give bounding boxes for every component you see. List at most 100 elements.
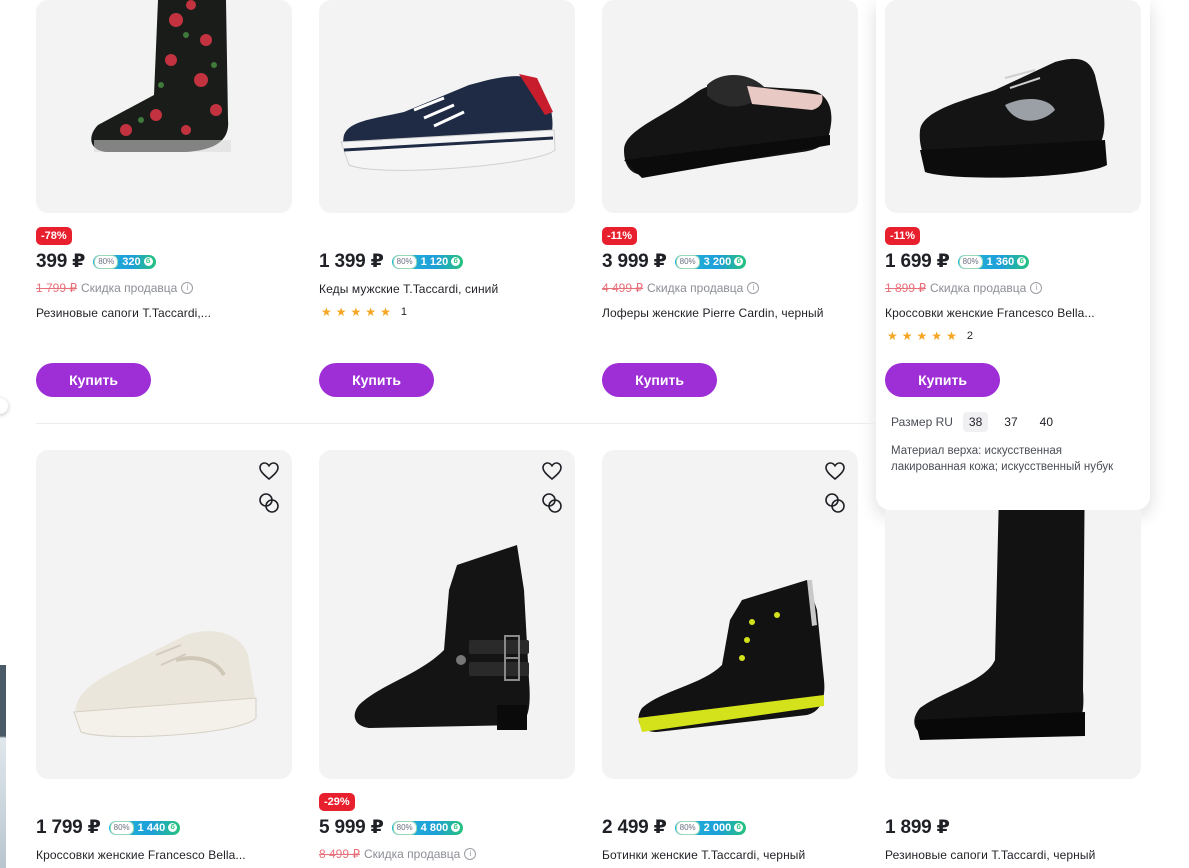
discount-badge: -11% — [602, 227, 638, 245]
buy-button[interactable]: Купить — [602, 363, 717, 397]
old-price: 8 499 ₽ — [319, 847, 360, 861]
rating: ★ ★ ★ ★ ★ 2 — [887, 329, 973, 343]
size-option[interactable]: 37 — [998, 412, 1023, 432]
star-icon: ★ — [380, 305, 391, 319]
seller-discount-label: Скидка продавца — [364, 847, 461, 861]
bonus-badge: 80% 2 000 б — [674, 820, 747, 835]
price-row: 3 999 ₽ 80% 3 200 б — [602, 250, 747, 273]
favorite-button[interactable] — [539, 458, 565, 484]
info-icon[interactable]: i — [747, 282, 760, 294]
price: 3 999 ₽ — [602, 251, 667, 272]
compare-button[interactable] — [822, 490, 848, 516]
price-row: 1 699 ₽ 80% 1 360 б — [885, 250, 1030, 273]
discount-badge: -11% — [885, 227, 921, 245]
star-icon: ★ — [365, 305, 377, 319]
price: 5 999 ₽ — [319, 817, 384, 838]
star-icon: ★ — [901, 329, 913, 343]
price-row: 1 399 ₽ 80% 1 120 б — [319, 250, 464, 273]
bonus-badge: 80% 320 б — [93, 254, 156, 269]
bonus-coin-icon: б — [168, 823, 178, 832]
product-image[interactable] — [602, 0, 858, 213]
price-row: 399 ₽ 80% 320 б — [36, 250, 156, 273]
seller-discount-label: Скидка продавца — [81, 281, 178, 295]
seller-discount-label: Скидка продавца — [647, 281, 744, 295]
old-price: 1 899 ₽ — [885, 281, 926, 295]
size-label: Размер RU — [891, 415, 953, 429]
product-title[interactable]: Ботинки женские T.Taccardi, черный — [602, 848, 852, 862]
old-price-row: 4 499 ₽ Скидка продавца i — [602, 281, 760, 295]
review-count[interactable]: 1 — [401, 306, 407, 318]
chunky-sneaker-image — [919, 58, 1107, 178]
bonus-badge: 80% 4 800 б — [391, 820, 464, 835]
compare-icon — [542, 493, 562, 513]
material-description: Материал верха: искусственная лакированн… — [891, 445, 1114, 473]
heart-icon — [259, 462, 279, 480]
price: 1 399 ₽ — [319, 251, 384, 272]
bonus-coin-icon: б — [734, 257, 744, 266]
bonus-coin-icon: б — [734, 823, 744, 832]
bonus-badge: 80% 1 440 б — [108, 820, 181, 835]
price-row: 5 999 ₽ 80% 4 800 б — [319, 816, 464, 839]
old-price: 1 799 ₽ — [36, 281, 77, 295]
info-icon[interactable]: i — [181, 282, 194, 294]
product-image[interactable] — [36, 450, 292, 779]
info-icon[interactable]: i — [1030, 282, 1043, 294]
sneaker-image — [340, 74, 556, 171]
price: 1 799 ₽ — [36, 817, 101, 838]
product-title[interactable]: Кроссовки женские Francesco Bella... — [885, 306, 1135, 320]
price: 1 699 ₽ — [885, 251, 950, 272]
buy-button[interactable]: Купить — [319, 363, 434, 397]
old-price-row: 1 799 ₽ Скидка продавца i — [36, 281, 194, 295]
product-title[interactable]: Резиновые сапоги T.Taccardi, черный — [885, 848, 1135, 862]
bonus-badge: 80% 1 120 б — [391, 254, 464, 269]
bonus-coin-icon: б — [451, 257, 461, 266]
favorite-button[interactable] — [256, 458, 282, 484]
buy-button[interactable]: Купить — [36, 363, 151, 397]
product-title[interactable]: Кеды мужские T.Taccardi, синий — [319, 282, 569, 296]
favorite-button[interactable] — [822, 458, 848, 484]
ankle-boot-buckle-image — [354, 545, 530, 730]
product-title[interactable]: Лоферы женские Pierre Cardin, черный — [602, 306, 852, 320]
old-price: 4 499 ₽ — [602, 281, 643, 295]
review-count[interactable]: 2 — [967, 330, 973, 342]
row-divider — [36, 423, 876, 424]
price: 2 499 ₽ — [602, 817, 667, 838]
bonus-coin-icon: б — [1017, 257, 1027, 266]
buy-button[interactable]: Купить — [885, 363, 1000, 397]
product-image[interactable] — [319, 0, 575, 213]
compare-icon — [825, 493, 845, 513]
scroll-dot[interactable] — [0, 398, 8, 414]
loafer-image — [624, 74, 832, 178]
compare-button[interactable] — [539, 490, 565, 516]
patent-lace-up-boot-image — [638, 580, 825, 732]
heart-icon — [825, 462, 845, 480]
seller-discount-label: Скидка продавца — [930, 281, 1027, 295]
star-icon: ★ — [350, 305, 362, 319]
discount-badge: -29% — [319, 793, 355, 811]
product-image[interactable] — [319, 450, 575, 779]
size-selector: Размер RU 38 37 40 — [891, 412, 1059, 432]
price-row: 1 799 ₽ 80% 1 440 б — [36, 816, 181, 839]
bonus-coin-icon: б — [143, 257, 153, 266]
compare-icon — [259, 493, 279, 513]
product-image[interactable] — [36, 0, 292, 213]
star-icon: ★ — [916, 329, 928, 343]
star-icon: ★ — [335, 305, 347, 319]
product-title[interactable]: Кроссовки женские Francesco Bella... — [36, 848, 286, 862]
info-icon[interactable]: i — [464, 848, 477, 860]
size-option[interactable]: 40 — [1034, 412, 1059, 432]
old-price-row: 1 899 ₽ Скидка продавца i — [885, 281, 1043, 295]
bonus-badge: 80% 1 360 б — [957, 254, 1030, 269]
star-icon: ★ — [887, 329, 898, 343]
discount-badge: -78% — [36, 227, 72, 245]
star-icon: ★ — [946, 329, 957, 343]
star-icon: ★ — [321, 305, 332, 319]
compare-button[interactable] — [256, 490, 282, 516]
size-option[interactable]: 38 — [962, 412, 989, 432]
bonus-coin-icon: б — [451, 823, 461, 832]
product-image[interactable] — [885, 0, 1141, 213]
white-sneaker-image — [73, 631, 257, 738]
heart-icon — [542, 462, 562, 480]
product-title[interactable]: Резиновые сапоги T.Taccardi,... — [36, 306, 286, 320]
product-image[interactable] — [602, 450, 858, 779]
